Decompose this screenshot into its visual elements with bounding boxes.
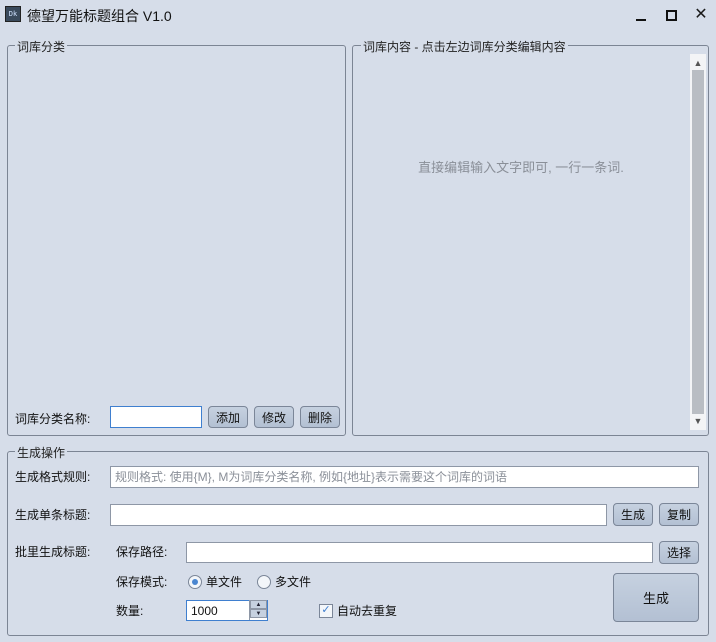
- generate-single-button[interactable]: 生成: [613, 503, 653, 526]
- mode-multi-option[interactable]: 多文件: [257, 573, 311, 590]
- count-stepper[interactable]: ▲ ▼: [249, 600, 267, 620]
- save-mode-label: 保存模式:: [116, 575, 168, 589]
- mode-multi-label: 多文件: [275, 575, 312, 589]
- delete-category-button[interactable]: 删除: [300, 406, 340, 428]
- add-category-button[interactable]: 添加: [208, 406, 248, 428]
- stepper-down-icon[interactable]: ▼: [250, 609, 267, 618]
- content-group-legend: 词库内容 - 点击左边词库分类编辑内容: [361, 38, 568, 55]
- category-group-legend: 词库分类: [15, 38, 68, 55]
- dedupe-checkbox[interactable]: ✓: [319, 603, 333, 618]
- single-title-input[interactable]: [110, 504, 607, 526]
- dedupe-label: 自动去重复: [337, 604, 398, 618]
- minimize-icon: [636, 19, 646, 21]
- copy-button[interactable]: 复制: [659, 503, 699, 526]
- batch-generate-button[interactable]: 生成: [613, 573, 699, 622]
- category-name-input[interactable]: [110, 406, 202, 428]
- radio-selected-dot: [192, 578, 198, 585]
- checkmark-icon: ✓: [321, 604, 331, 616]
- mode-multi-radio[interactable]: [257, 574, 271, 589]
- format-rule-label: 生成格式规则:: [15, 470, 91, 484]
- scroll-thumb[interactable]: [692, 70, 704, 414]
- close-button[interactable]: ✕: [690, 4, 712, 26]
- batch-title-label: 批里生成标题:: [15, 545, 91, 559]
- window-title: 德望万能标题组合 V1.0: [27, 8, 172, 24]
- close-icon: ✕: [694, 6, 708, 23]
- dedupe-option[interactable]: ✓ 自动去重复: [319, 602, 397, 619]
- save-path-input[interactable]: [186, 542, 653, 563]
- content-editor[interactable]: [354, 54, 688, 430]
- stepper-up-icon[interactable]: ▲: [250, 600, 267, 609]
- mode-single-radio[interactable]: [188, 574, 202, 589]
- mode-single-label: 单文件: [206, 575, 243, 589]
- count-label: 数量:: [116, 604, 144, 618]
- category-list[interactable]: [9, 56, 344, 396]
- format-rule-input[interactable]: [110, 466, 699, 488]
- minimize-button[interactable]: [630, 4, 652, 26]
- scroll-down-icon[interactable]: ▼: [690, 414, 706, 428]
- scroll-up-icon[interactable]: ▲: [690, 56, 706, 70]
- generate-group-legend: 生成操作: [15, 444, 68, 461]
- single-title-label: 生成单条标题:: [15, 508, 91, 522]
- choose-path-button[interactable]: 选择: [659, 541, 699, 564]
- content-placeholder: 直接编辑输入文字即可, 一行一条词.: [418, 160, 624, 175]
- category-name-label: 词库分类名称:: [15, 412, 91, 426]
- maximize-icon: [665, 9, 677, 21]
- app-icon: Dk: [5, 6, 21, 22]
- save-path-label: 保存路径:: [116, 545, 168, 559]
- edit-category-button[interactable]: 修改: [254, 406, 294, 428]
- mode-single-option[interactable]: 单文件: [188, 573, 242, 590]
- maximize-button[interactable]: [660, 4, 682, 26]
